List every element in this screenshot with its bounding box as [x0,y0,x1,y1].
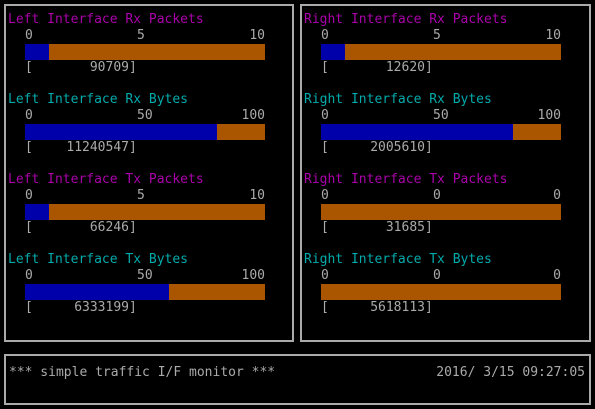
value-close-bracket: ] [129,140,137,155]
scale-min: 0 [321,188,329,203]
scale-min: 0 [25,108,33,123]
gauge-title: Left Interface Rx Bytes [8,92,189,107]
gauge-bar-track [321,44,561,60]
gauge-bar-fill [25,284,169,300]
value-open-bracket: [ [321,220,329,235]
scale-mid: 50 [137,108,153,123]
scale-mid: 0 [433,188,441,203]
gauge-bar-track [321,284,561,300]
scale-max: 10 [249,28,265,43]
gauge-title: Right Interface Rx Packets [304,12,508,27]
gauge-value: 2005610 [370,140,425,155]
gauge-value: 5618113 [370,300,425,315]
scale-max: 100 [241,268,265,283]
value-close-bracket: ] [129,60,137,75]
gauge-bar-fill [321,124,513,140]
value-close-bracket: ] [425,60,433,75]
scale-mid: 5 [137,28,145,43]
scale-mid: 50 [433,108,449,123]
scale-min: 0 [25,268,33,283]
gauge-value: 12620 [385,60,425,75]
value-open-bracket: [ [321,300,329,315]
gauge-value: 66246 [89,220,129,235]
gauge-title: Right Interface Rx Bytes [304,92,492,107]
gauge-bar-fill [25,44,49,60]
scale-max: 0 [553,188,561,203]
scale-min: 0 [25,28,33,43]
gauge-bar-fill [25,204,49,220]
value-close-bracket: ] [425,140,433,155]
scale-mid: 0 [433,268,441,283]
scale-min: 0 [25,188,33,203]
scale-mid: 50 [137,268,153,283]
value-open-bracket: [ [25,220,33,235]
gauge-bar-track [321,204,561,220]
gauge-value: 6333199 [74,300,129,315]
scale-min: 0 [321,108,329,123]
value-open-bracket: [ [321,140,329,155]
scale-max: 100 [537,108,561,123]
scale-max: 0 [553,268,561,283]
value-open-bracket: [ [25,60,33,75]
gauge-bar-track [25,44,265,60]
value-open-bracket: [ [25,140,33,155]
scale-max: 100 [241,108,265,123]
scale-max: 10 [249,188,265,203]
value-close-bracket: ] [425,300,433,315]
gauge-value: 90709 [89,60,129,75]
status-title: *** simple traffic I/F monitor *** [9,365,276,380]
gauge-bar-track [25,204,265,220]
gauge-title: Right Interface Tx Packets [304,172,508,187]
value-close-bracket: ] [425,220,433,235]
gauge-bar-fill [25,124,217,140]
gauge-title: Left Interface Tx Packets [8,172,204,187]
gauge-value: 11240547 [66,140,129,155]
value-close-bracket: ] [129,300,137,315]
scale-min: 0 [321,268,329,283]
scale-max: 10 [545,28,561,43]
status-datetime: 2016/ 3/15 09:27:05 [436,365,585,380]
value-open-bracket: [ [321,60,329,75]
gauge-title: Left Interface Tx Bytes [8,252,189,267]
gauge-value: 31685 [385,220,425,235]
scale-min: 0 [321,28,329,43]
value-open-bracket: [ [25,300,33,315]
scale-mid: 5 [137,188,145,203]
value-close-bracket: ] [129,220,137,235]
scale-mid: 5 [433,28,441,43]
gauge-title: Right Interface Tx Bytes [304,252,492,267]
status-bar: *** simple traffic I/F monitor *** 2016/… [4,354,591,405]
gauge-title: Left Interface Rx Packets [8,12,204,27]
gauge-bar-fill [321,44,345,60]
